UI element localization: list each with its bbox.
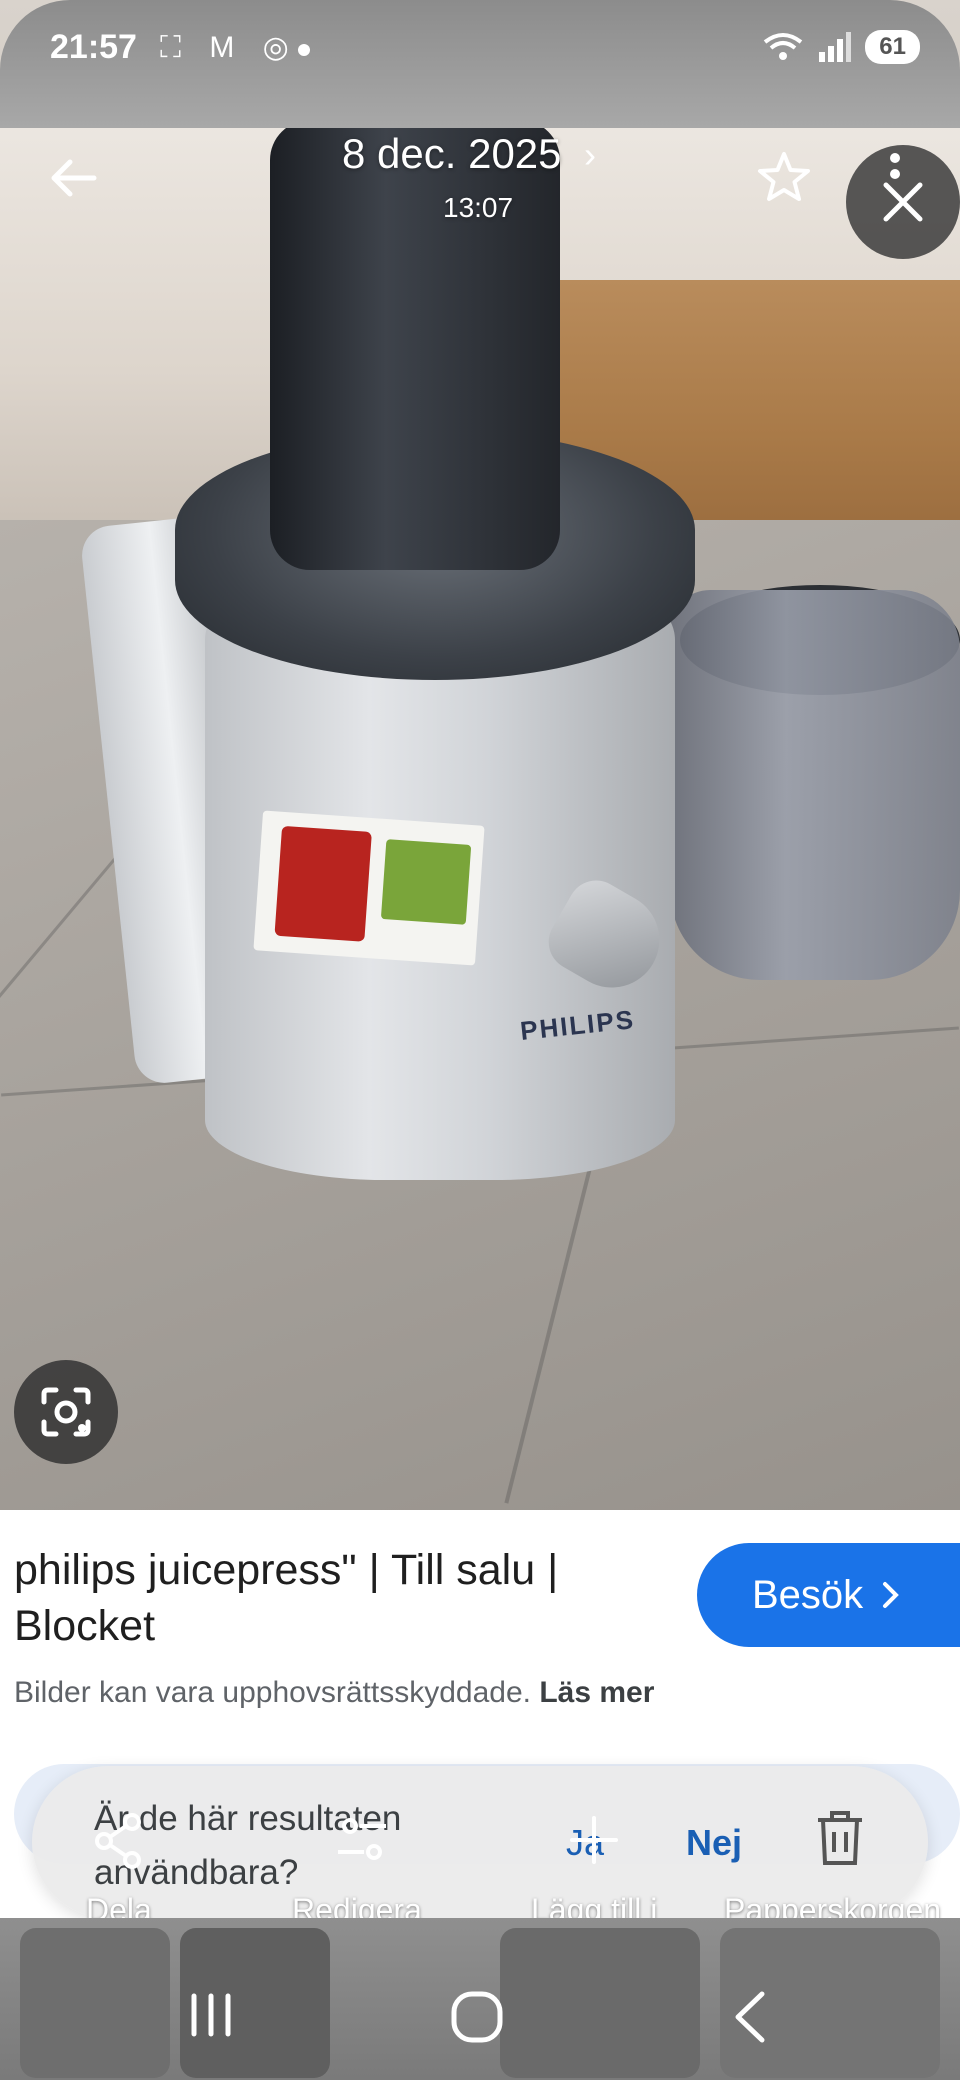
feedback-no-button[interactable]: Nej bbox=[686, 1822, 742, 1864]
battery-indicator: 61 bbox=[865, 30, 920, 64]
back-nav-icon[interactable] bbox=[730, 1990, 770, 2044]
feedback-question: Är de här resultaten användbara? bbox=[94, 1799, 402, 1892]
share-icon[interactable] bbox=[92, 1812, 144, 1870]
sticker-green-panel bbox=[380, 839, 472, 925]
home-icon[interactable] bbox=[450, 1990, 504, 2044]
google-lens-button[interactable] bbox=[14, 1360, 118, 1464]
more-notifications-dot bbox=[298, 44, 310, 56]
photo-time: 13:07 bbox=[443, 192, 514, 223]
copyright-notice: Bilder kan vara upphovsrättsskyddade. Lä… bbox=[14, 1676, 654, 1710]
trash-icon[interactable] bbox=[814, 1808, 866, 1868]
juice-jug bbox=[670, 590, 960, 980]
photo-date[interactable]: 8 dec. 2025 bbox=[342, 130, 562, 178]
wifi-icon bbox=[764, 33, 803, 60]
read-more-link[interactable]: Läs mer bbox=[539, 1676, 654, 1709]
signal-icon bbox=[819, 32, 852, 62]
visit-label: Besök bbox=[752, 1572, 864, 1617]
back-arrow-icon[interactable] bbox=[46, 150, 102, 206]
result-title[interactable]: philips juicepress" | Till salu | Blocke… bbox=[14, 1542, 654, 1654]
chevron-right-icon bbox=[883, 1582, 900, 1608]
more-options-icon[interactable] bbox=[885, 152, 905, 202]
juicer-chute bbox=[270, 120, 560, 570]
sticker-photo bbox=[274, 825, 372, 942]
visit-button[interactable]: Besök bbox=[697, 1543, 960, 1647]
photo-viewer-image[interactable]: PHILIPS bbox=[0, 0, 960, 1510]
juicer-sticker bbox=[253, 810, 485, 966]
status-time: 21:57 bbox=[50, 28, 137, 66]
edit-sliders-icon[interactable] bbox=[334, 1812, 390, 1868]
status-right-group: 61 bbox=[763, 30, 920, 64]
chevron-right-icon[interactable]: › bbox=[584, 134, 596, 176]
favorite-star-icon[interactable] bbox=[756, 150, 812, 206]
status-bar bbox=[0, 0, 960, 128]
add-icon[interactable] bbox=[566, 1812, 622, 1868]
notification-icons: ⛶ M ◎ bbox=[160, 31, 299, 64]
copyright-text: Bilder kan vara upphovsrättsskyddade. bbox=[14, 1676, 531, 1709]
lens-icon bbox=[41, 1387, 91, 1437]
recent-apps-icon[interactable] bbox=[186, 1990, 236, 2040]
